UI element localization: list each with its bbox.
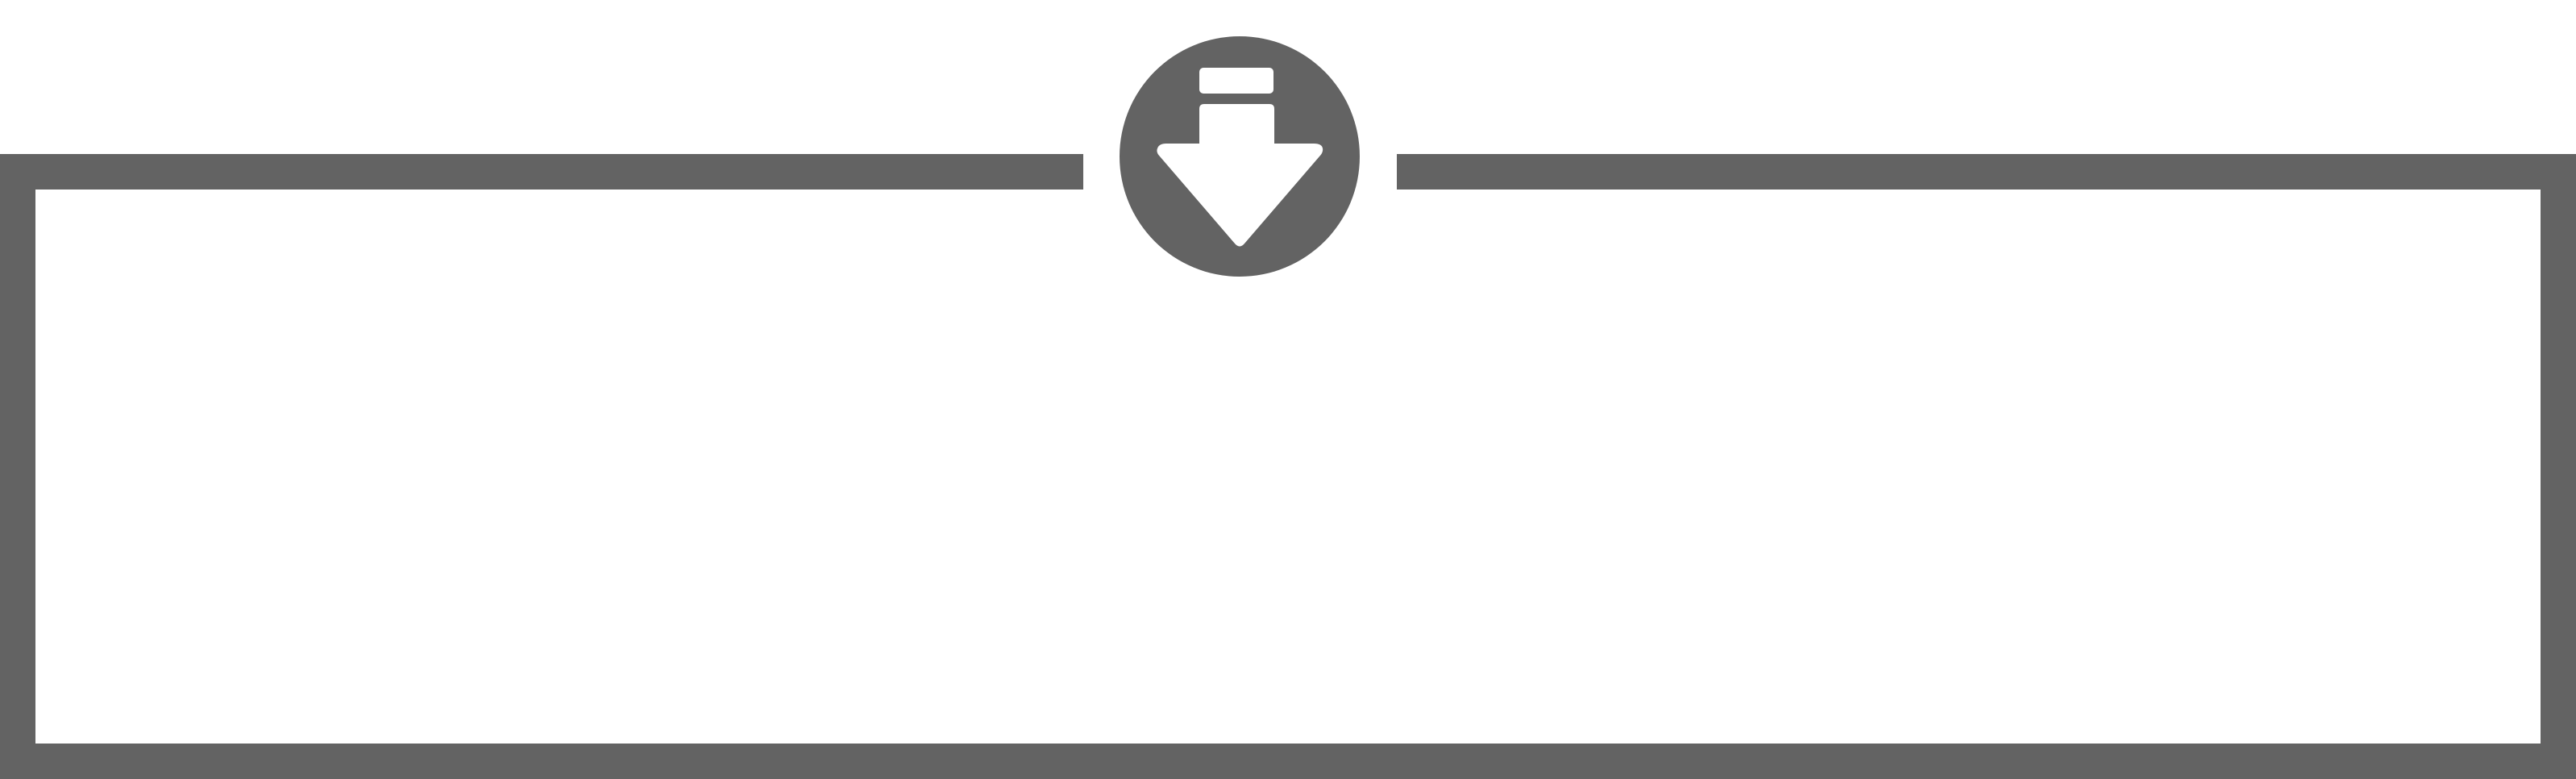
download-drop-zone[interactable] [0, 0, 2576, 779]
drop-zone-graphic [0, 0, 2576, 779]
download-arrow-icon[interactable] [1120, 36, 1360, 277]
